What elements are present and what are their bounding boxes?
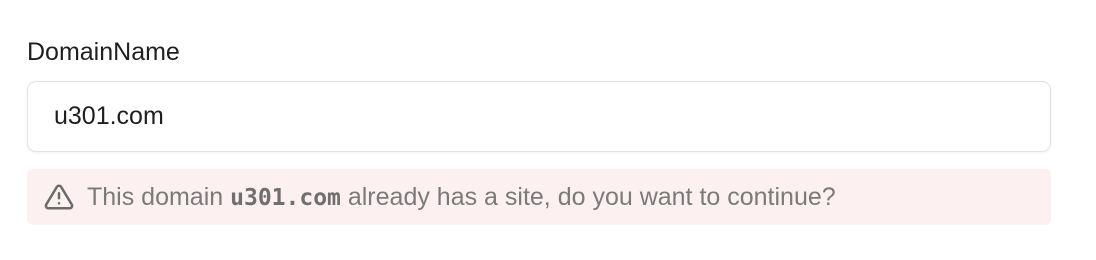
domain-name-label: DomainName (27, 38, 180, 66)
warning-text-after: already has a site, do you want to conti… (340, 182, 836, 211)
domain-exists-warning: This domain u301.com already has a site,… (27, 169, 1051, 225)
warning-text-before: This domain (87, 182, 231, 211)
warning-message: This domain u301.com already has a site,… (87, 182, 836, 213)
warning-domain: u301.com (230, 184, 341, 211)
domain-form-group: DomainName This domain u301.com already … (27, 34, 1051, 225)
alert-triangle-icon (44, 182, 74, 212)
domain-name-input[interactable] (27, 81, 1051, 152)
